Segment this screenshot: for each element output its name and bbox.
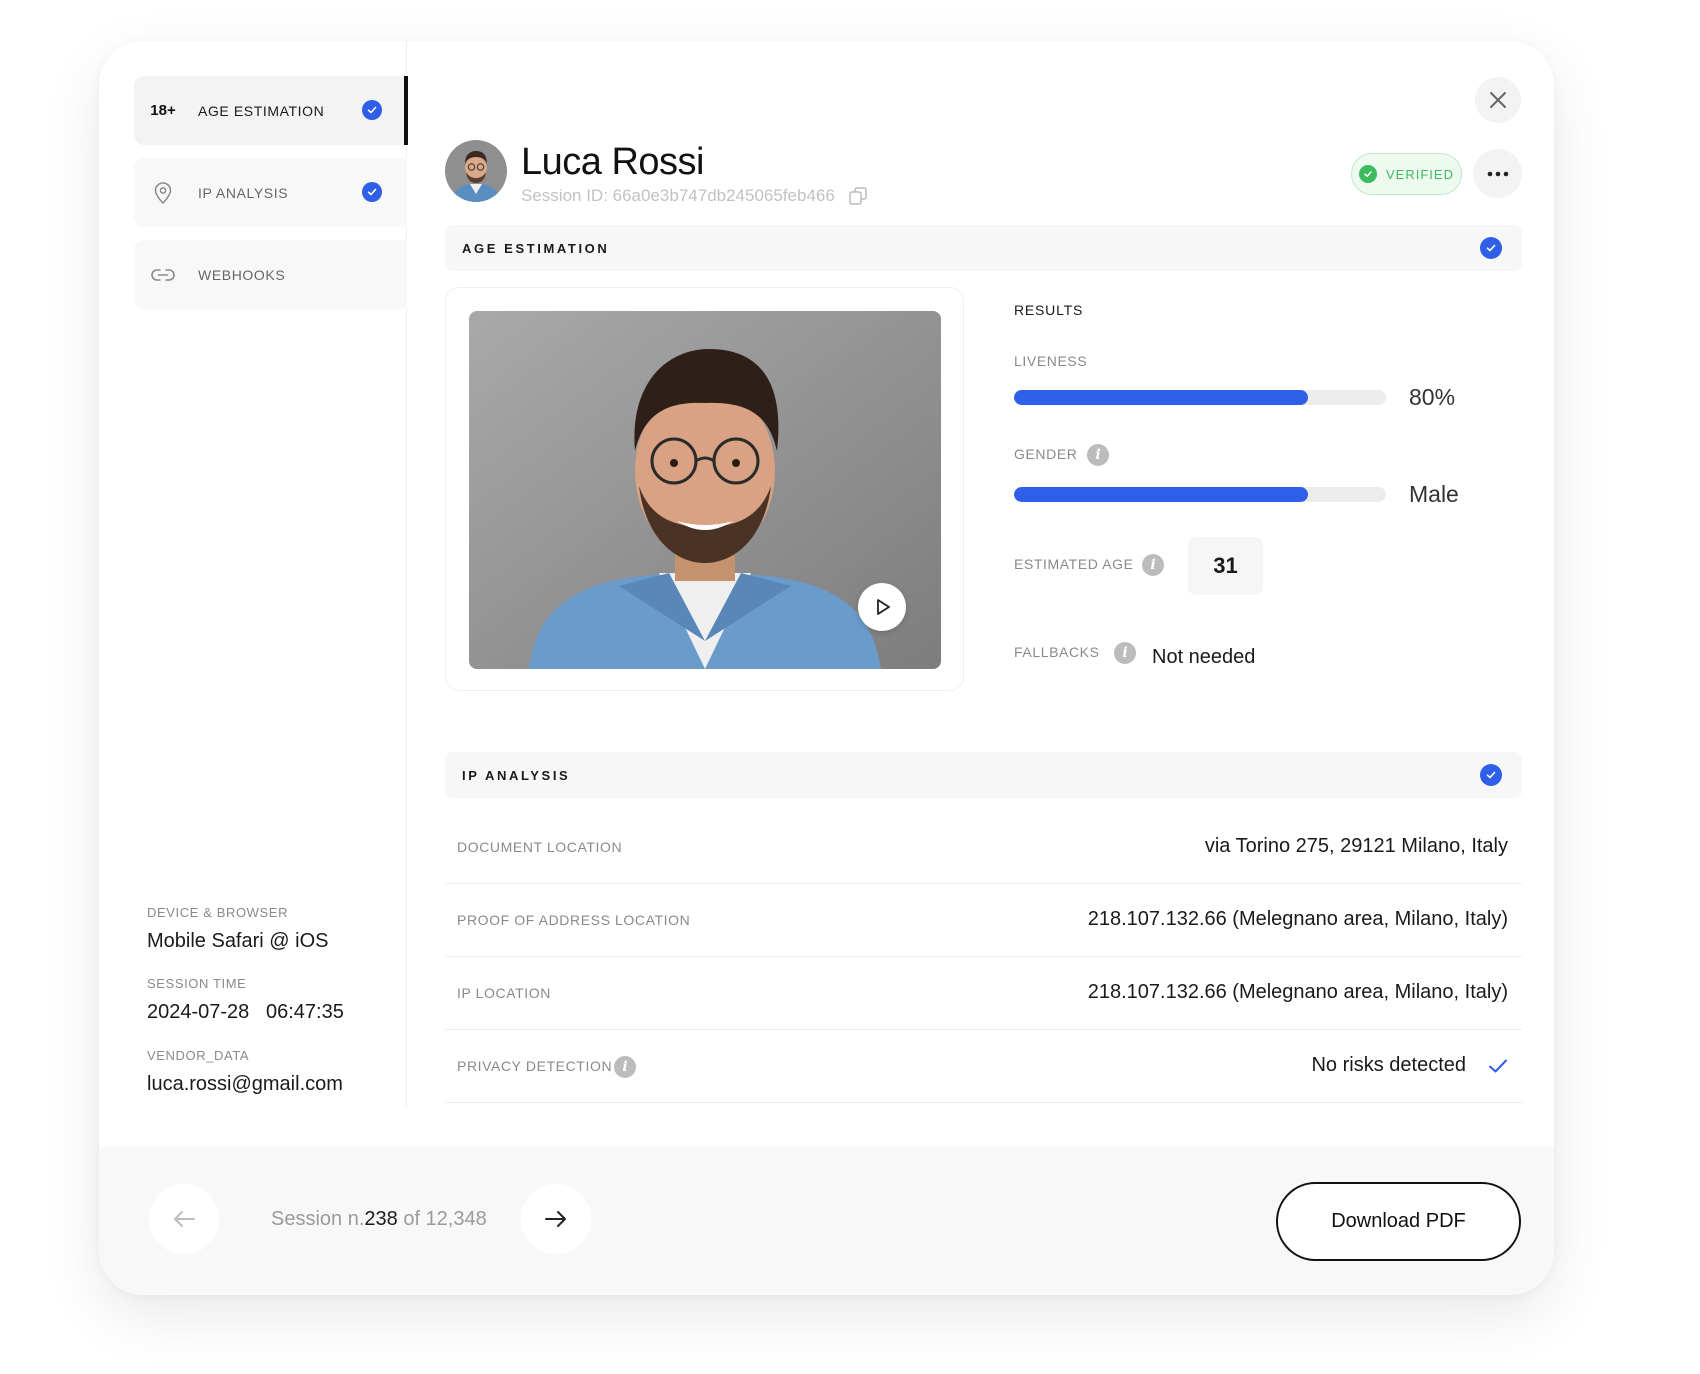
liveness-progress-bar bbox=[1014, 390, 1386, 405]
check-icon bbox=[1480, 764, 1502, 786]
session-counter-number: 238 bbox=[364, 1208, 398, 1230]
check-icon bbox=[362, 182, 382, 202]
row-value: via Torino 275, 29121 Milano, Italy bbox=[1204, 835, 1508, 857]
row-label: PROOF OF ADDRESS LOCATION bbox=[457, 912, 691, 928]
row-value: 218.107.132.66 (Melegnano area, Milano, … bbox=[1087, 981, 1508, 1003]
estimated-age-value: 31 bbox=[1188, 537, 1263, 595]
document-location-row: DOCUMENT LOCATION via Torino 275, 29121 … bbox=[445, 811, 1522, 884]
previous-session-button[interactable] bbox=[149, 1184, 219, 1254]
age-estimation-section-header: AGE ESTIMATION bbox=[445, 225, 1522, 271]
info-icon[interactable]: i bbox=[1114, 642, 1136, 664]
session-id: Session ID: 66a0e3b747db245065feb466 bbox=[521, 186, 835, 205]
check-icon bbox=[1480, 237, 1502, 259]
results-heading: RESULTS bbox=[1014, 302, 1084, 318]
sidebar-item-label: AGE ESTIMATION bbox=[198, 102, 325, 119]
sidebar: 18+ AGE ESTIMATION IP ANALYSIS WEBHOOKS … bbox=[99, 41, 408, 1108]
status-badge: VERIFIED bbox=[1351, 153, 1462, 195]
next-session-button[interactable] bbox=[521, 1184, 591, 1254]
liveness-value: 80% bbox=[1409, 384, 1456, 410]
close-icon bbox=[1490, 92, 1506, 108]
location-pin-icon bbox=[150, 180, 176, 206]
gender-label: GENDER bbox=[1014, 446, 1078, 462]
more-options-button[interactable] bbox=[1473, 149, 1522, 198]
info-icon[interactable]: i bbox=[1142, 554, 1164, 576]
row-label: PRIVACY DETECTION bbox=[457, 1058, 613, 1074]
row-label: DOCUMENT LOCATION bbox=[457, 839, 623, 855]
link-icon bbox=[150, 262, 176, 288]
row-label: IP LOCATION bbox=[457, 985, 551, 1001]
copy-icon[interactable] bbox=[847, 185, 869, 207]
info-icon[interactable]: i bbox=[1087, 444, 1109, 466]
more-horizontal-icon bbox=[1487, 171, 1508, 176]
close-button[interactable] bbox=[1475, 77, 1521, 123]
session-time-label: SESSION TIME bbox=[147, 976, 247, 991]
gender-progress-bar bbox=[1014, 487, 1386, 502]
sidebar-item-age-estimation[interactable]: 18+ AGE ESTIMATION bbox=[134, 76, 408, 145]
proof-of-address-location-row: PROOF OF ADDRESS LOCATION 218.107.132.66… bbox=[445, 884, 1522, 957]
estimated-age-label: ESTIMATED AGE bbox=[1014, 556, 1134, 572]
device-browser-label: DEVICE & BROWSER bbox=[147, 905, 289, 920]
check-icon bbox=[362, 100, 382, 120]
session-time-value: 2024-07-28 06:47:35 bbox=[147, 1001, 344, 1023]
ip-location-row: IP LOCATION 218.107.132.66 (Melegnano ar… bbox=[445, 957, 1522, 1030]
section-title: IP ANALYSIS bbox=[462, 767, 571, 783]
vendor-data-value: luca.rossi@gmail.com bbox=[147, 1073, 343, 1095]
session-counter-total: of 12,348 bbox=[397, 1208, 487, 1230]
sidebar-item-label: IP ANALYSIS bbox=[198, 184, 289, 201]
footer: Session n.238 of 12,348 Download PDF bbox=[99, 1147, 1554, 1295]
liveness-progress-fill bbox=[1014, 390, 1308, 405]
gender-value: Male bbox=[1409, 481, 1459, 507]
liveness-label: LIVENESS bbox=[1014, 353, 1088, 369]
session-counter: Session n.238 of 12,348 bbox=[271, 1208, 487, 1231]
play-video-button[interactable] bbox=[858, 583, 906, 631]
sidebar-item-ip-analysis[interactable]: IP ANALYSIS bbox=[134, 158, 407, 227]
ip-analysis-section-header: IP ANALYSIS bbox=[445, 752, 1522, 798]
row-value: 218.107.132.66 (Melegnano area, Milano, … bbox=[1087, 908, 1508, 930]
play-icon bbox=[877, 599, 890, 615]
person-name: Luca Rossi bbox=[521, 141, 704, 183]
sidebar-item-label: WEBHOOKS bbox=[198, 266, 286, 283]
fallbacks-label: FALLBACKS bbox=[1014, 644, 1100, 660]
device-browser-value: Mobile Safari @ iOS bbox=[147, 930, 329, 952]
check-circle-icon bbox=[1359, 165, 1378, 183]
vendor-data-label: VENDOR_DATA bbox=[147, 1048, 250, 1063]
arrow-left-icon bbox=[174, 1211, 195, 1227]
session-counter-prefix: Session n. bbox=[271, 1208, 365, 1230]
avatar bbox=[445, 140, 507, 202]
sidebar-item-webhooks[interactable]: WEBHOOKS bbox=[134, 240, 407, 309]
download-pdf-button[interactable]: Download PDF bbox=[1276, 1182, 1521, 1261]
privacy-detection-row: PRIVACY DETECTION i No risks detected bbox=[445, 1030, 1522, 1103]
info-icon[interactable]: i bbox=[614, 1056, 636, 1078]
check-icon bbox=[1488, 1058, 1508, 1079]
session-detail-card: 18+ AGE ESTIMATION IP ANALYSIS WEBHOOKS … bbox=[99, 41, 1554, 1295]
section-title: AGE ESTIMATION bbox=[462, 240, 610, 256]
age-18-plus-icon: 18+ bbox=[150, 102, 176, 119]
row-value: No risks detected bbox=[1311, 1054, 1466, 1076]
gender-progress-fill bbox=[1014, 487, 1308, 502]
arrow-right-icon bbox=[545, 1211, 566, 1227]
fallbacks-value: Not needed bbox=[1152, 646, 1256, 668]
status-badge-label: VERIFIED bbox=[1386, 166, 1454, 182]
